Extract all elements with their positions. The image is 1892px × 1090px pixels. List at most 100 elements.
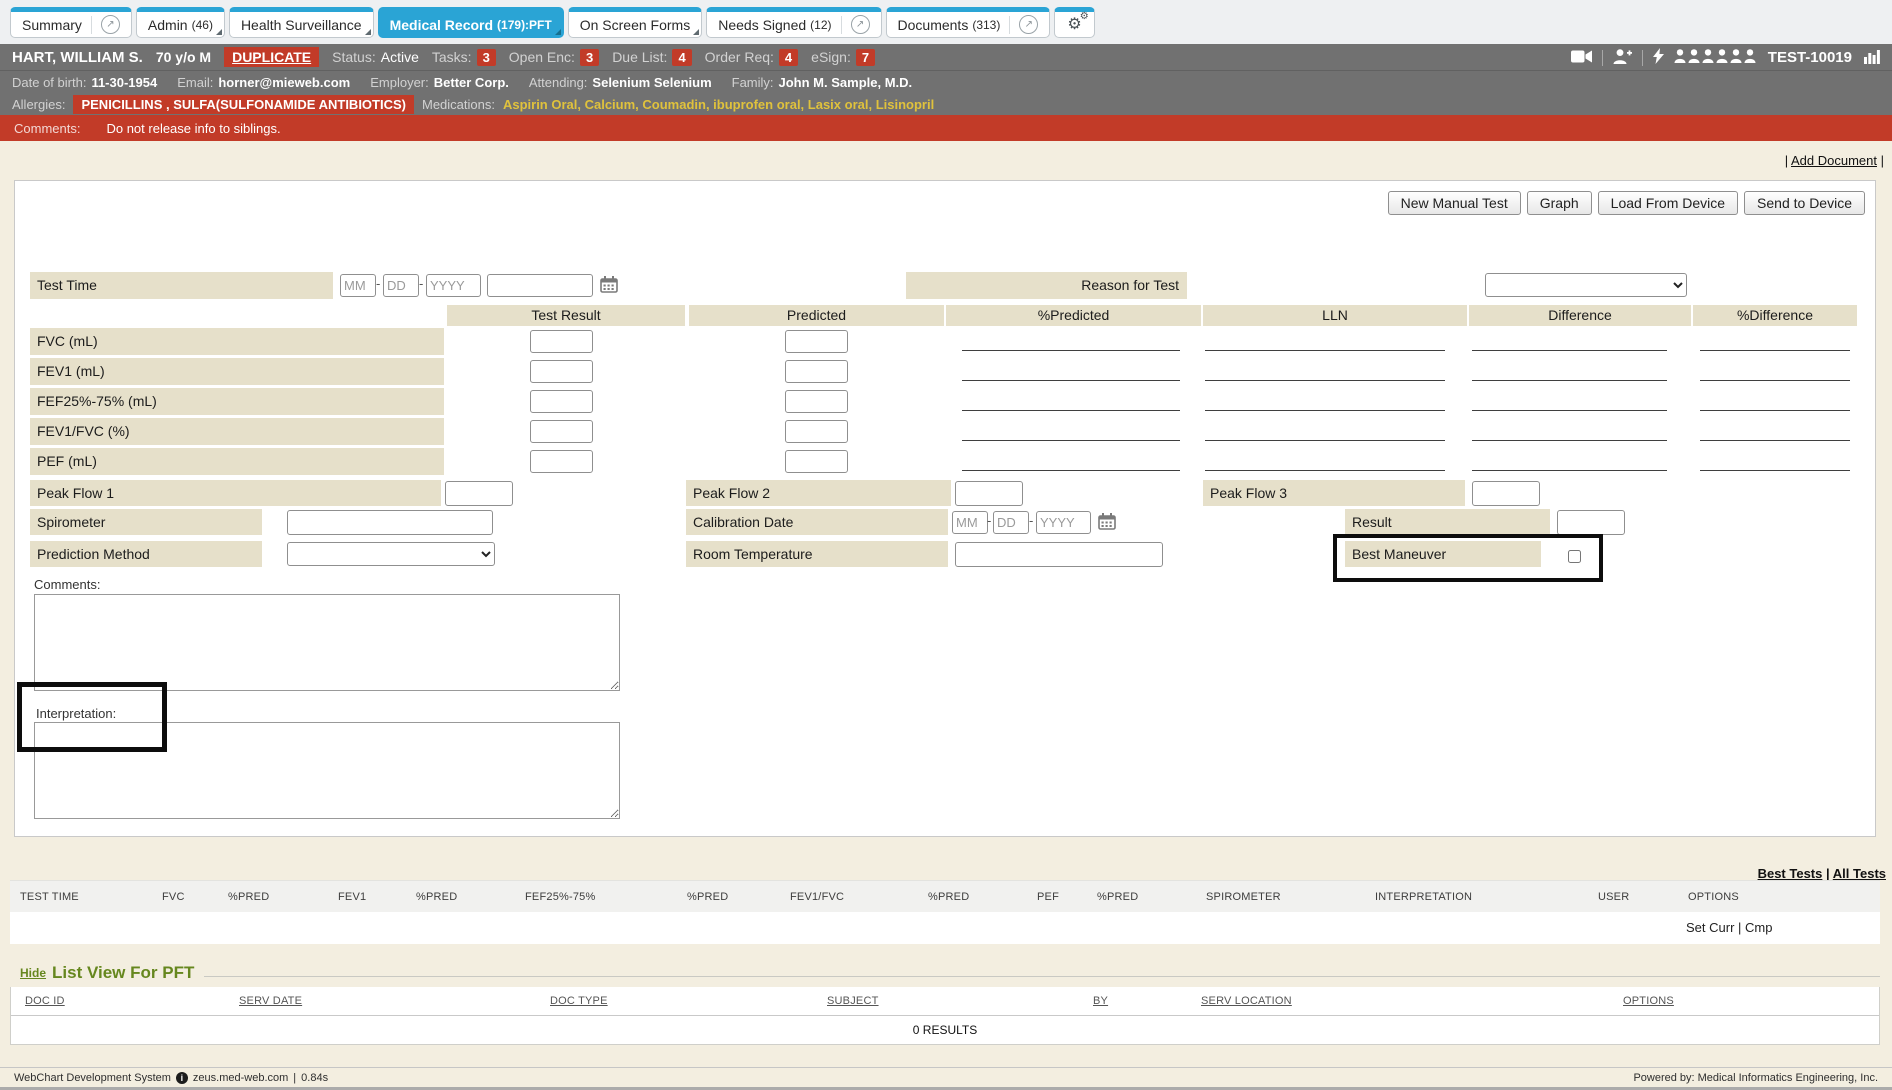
- prediction-method-label: Prediction Method: [30, 541, 262, 567]
- test-time-year-input[interactable]: [426, 274, 481, 297]
- pft-row-fvc: FVC (mL): [15, 328, 1875, 358]
- col-header-percent-predicted: %Predicted: [946, 305, 1201, 326]
- send-to-device-button[interactable]: Send to Device: [1744, 191, 1865, 215]
- tab-on-screen-forms[interactable]: On Screen Forms: [568, 7, 702, 38]
- list-header-options[interactable]: OPTIONS: [1623, 995, 1674, 1007]
- pef-predicted-input[interactable]: [785, 450, 848, 473]
- due-list-count-badge[interactable]: 4: [672, 49, 691, 66]
- fvc-predicted-input[interactable]: [785, 330, 848, 353]
- duplicate-badge[interactable]: DUPLICATE: [224, 47, 319, 67]
- allergies-badge[interactable]: PENICILLINS , SULFA(SULFONAMIDE ANTIBIOT…: [73, 95, 414, 114]
- tab-count: (46): [192, 18, 213, 32]
- fef-percent-predicted-line: [962, 410, 1180, 411]
- patient-header-icons: TEST-10019: [1571, 44, 1880, 71]
- add-document-link[interactable]: Add Document: [1791, 153, 1877, 168]
- medications-list[interactable]: Aspirin Oral, Calcium, Coumadin, ibuprof…: [503, 97, 934, 112]
- lightning-icon[interactable]: [1653, 48, 1664, 67]
- new-manual-test-button[interactable]: New Manual Test: [1388, 191, 1521, 215]
- test-time-time-input[interactable]: [487, 274, 593, 297]
- tab-needs-signed[interactable]: Needs Signed (12) ↗: [706, 7, 881, 38]
- patient-email: Email: horner@mieweb.com: [177, 75, 350, 90]
- prediction-method-select[interactable]: [287, 542, 495, 566]
- fef-predicted-input[interactable]: [785, 390, 848, 413]
- calendar-icon[interactable]: [1098, 513, 1117, 535]
- add-user-icon[interactable]: [1613, 49, 1632, 67]
- calendar-icon[interactable]: [600, 276, 619, 298]
- esign-count-badge[interactable]: 7: [856, 49, 875, 66]
- reason-for-test-select[interactable]: [1485, 273, 1687, 297]
- fev1-fvc-lln-line: [1205, 440, 1445, 441]
- list-header-by[interactable]: BY: [1093, 995, 1108, 1007]
- footer-app-name: WebChart Development System: [14, 1072, 171, 1084]
- info-icon[interactable]: i: [176, 1072, 188, 1084]
- open-enc-count-badge[interactable]: 3: [580, 49, 599, 66]
- cmp-link[interactable]: Cmp: [1745, 920, 1772, 935]
- tab-medical-record[interactable]: Medical Record (179):PFT: [378, 7, 564, 38]
- room-temperature-input[interactable]: [955, 542, 1163, 567]
- person-icon[interactable]: [1716, 49, 1728, 66]
- calibration-month-input[interactable]: [952, 511, 988, 534]
- spirometer-input[interactable]: [287, 510, 493, 535]
- person-icon[interactable]: [1702, 49, 1714, 66]
- results-header-interpretation: INTERPRETATION: [1375, 891, 1472, 903]
- fev1-test-result-input[interactable]: [530, 360, 593, 383]
- person-icon[interactable]: [1730, 49, 1742, 66]
- popout-icon[interactable]: ↗: [101, 15, 120, 34]
- pft-row-fev1-fvc: FEV1/FVC (%): [15, 418, 1875, 448]
- tab-admin[interactable]: Admin (46): [136, 7, 225, 38]
- pef-test-result-input[interactable]: [530, 450, 593, 473]
- all-tests-link[interactable]: All Tests: [1833, 866, 1886, 881]
- order-req-count-badge[interactable]: 4: [779, 49, 798, 66]
- load-from-device-button[interactable]: Load From Device: [1598, 191, 1738, 215]
- test-time-month-input[interactable]: [340, 274, 376, 297]
- peak-flow-2-input[interactable]: [955, 481, 1023, 506]
- comments-bar-text: Do not release info to siblings.: [106, 121, 280, 136]
- list-header-serv-date[interactable]: SERV DATE: [239, 995, 302, 1007]
- results-header-fvc: FVC: [162, 891, 185, 903]
- fev1-predicted-input[interactable]: [785, 360, 848, 383]
- person-icon[interactable]: [1744, 49, 1756, 66]
- order-req-counter: Order Req: 4: [705, 49, 798, 66]
- result-input[interactable]: [1557, 510, 1625, 535]
- spirometer-label: Spirometer: [30, 509, 262, 535]
- list-header-doc-id[interactable]: DOC ID: [25, 995, 65, 1007]
- set-curr-link[interactable]: Set Curr: [1686, 920, 1734, 935]
- fvc-test-result-input[interactable]: [530, 330, 593, 353]
- fev1-fvc-test-result-input[interactable]: [530, 420, 593, 443]
- results-header-options: OPTIONS: [1688, 891, 1739, 903]
- popout-icon[interactable]: ↗: [1019, 15, 1038, 34]
- settings-tab-button[interactable]: ⚙⚙: [1054, 7, 1094, 38]
- tab-health-surveillance[interactable]: Health Surveillance: [229, 7, 374, 38]
- test-time-day-input[interactable]: [383, 274, 419, 297]
- tasks-count-badge[interactable]: 3: [477, 49, 496, 66]
- results-header-fev1: FEV1: [338, 891, 366, 903]
- esign-counter: eSign: 7: [811, 49, 875, 66]
- video-camera-icon[interactable]: [1571, 50, 1592, 66]
- popout-icon[interactable]: ↗: [851, 15, 870, 34]
- open-enc-counter: Open Enc: 3: [509, 49, 599, 66]
- best-tests-link[interactable]: Best Tests: [1758, 866, 1823, 881]
- attending-physician: Attending: Selenium Selenium: [529, 75, 712, 90]
- form-comments-textarea[interactable]: [34, 594, 620, 691]
- col-header-percent-difference: %Difference: [1693, 305, 1857, 326]
- peak-flow-3-input[interactable]: [1472, 481, 1540, 506]
- tab-documents[interactable]: Documents (313) ↗: [886, 7, 1051, 38]
- list-header-subject[interactable]: SUBJECT: [827, 995, 879, 1007]
- list-header-serv-location[interactable]: SERV LOCATION: [1201, 995, 1292, 1007]
- hide-list-view-link[interactable]: Hide: [20, 966, 46, 980]
- results-table-row: Set Curr | Cmp: [10, 912, 1880, 944]
- list-view-rule: [204, 976, 1880, 977]
- graph-button[interactable]: Graph: [1527, 191, 1592, 215]
- patient-status: Status: Active: [332, 49, 419, 65]
- peak-flow-1-input[interactable]: [445, 481, 513, 506]
- tab-summary[interactable]: Summary ↗: [10, 7, 132, 38]
- fev1-fvc-predicted-input[interactable]: [785, 420, 848, 443]
- medications-label: Medications:: [422, 97, 495, 112]
- person-icon[interactable]: [1688, 49, 1700, 66]
- calibration-day-input[interactable]: [993, 511, 1029, 534]
- person-icon[interactable]: [1674, 49, 1686, 66]
- list-header-doc-type[interactable]: DOC TYPE: [550, 995, 608, 1007]
- calibration-year-input[interactable]: [1036, 511, 1091, 534]
- fef-test-result-input[interactable]: [530, 390, 593, 413]
- bar-chart-icon[interactable]: [1864, 49, 1880, 67]
